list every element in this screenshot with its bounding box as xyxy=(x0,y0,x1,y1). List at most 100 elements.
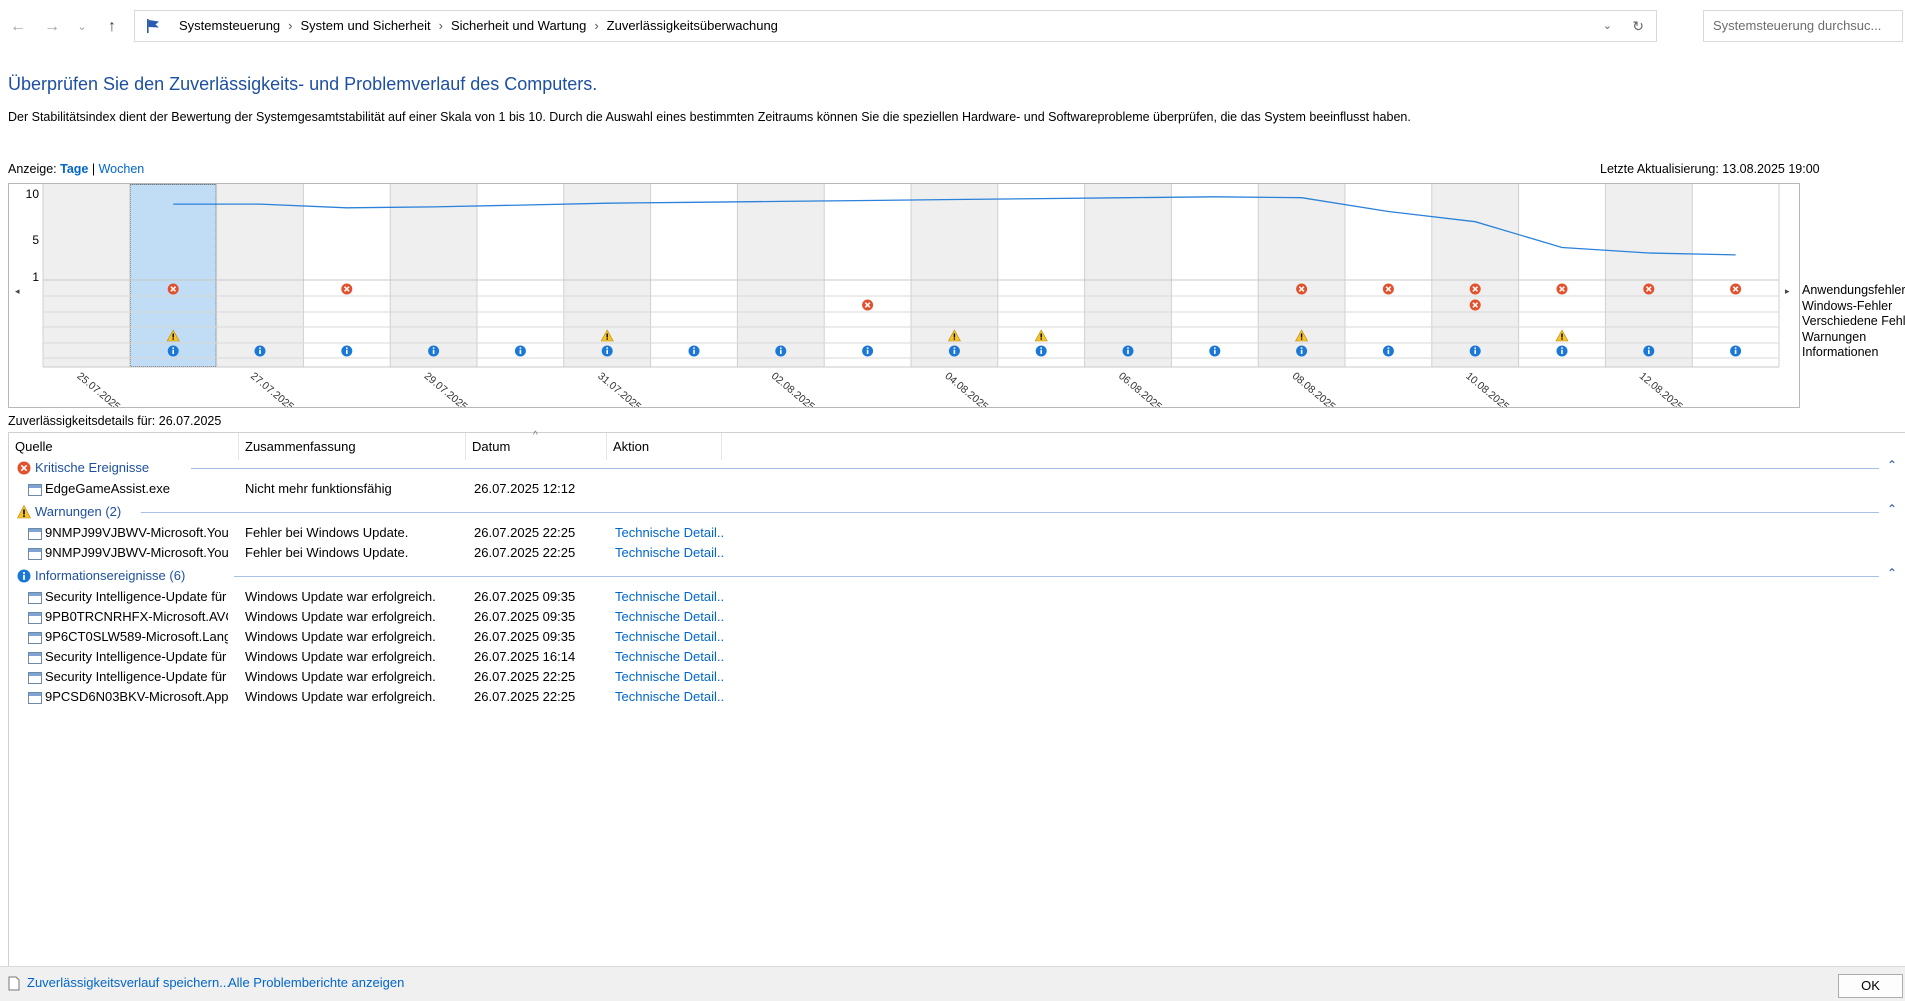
cell-action[interactable]: Technische Detail... xyxy=(615,587,725,607)
cell-action[interactable]: Technische Detail... xyxy=(615,647,725,667)
breadcrumb-sicherheit-und-wartung[interactable]: Sicherheit und Wartung xyxy=(451,18,586,33)
collapse-chevron-icon[interactable]: ⌃ xyxy=(1887,502,1897,516)
recent-locations-chevron-icon[interactable]: ⌄ xyxy=(71,16,93,38)
application-icon xyxy=(28,691,42,704)
cell-action[interactable]: Technische Detail... xyxy=(615,627,725,647)
forward-arrow-icon[interactable]: → xyxy=(41,16,63,38)
breadcrumb-zuverlaessigkeitsueberwachung[interactable]: Zuverlässigkeitsüberwachung xyxy=(607,18,778,33)
cell-source-text: Security Intelligence-Update für M... xyxy=(45,589,228,604)
day-column xyxy=(1431,184,1519,367)
list-item[interactable]: 9NMPJ99VJBWV-Microsoft.YourPh... Fehler b… xyxy=(9,543,1889,563)
search-input[interactable]: Systemsteuerung durchsuc... xyxy=(1703,10,1903,42)
application-icon xyxy=(28,631,42,644)
info-mark-dot xyxy=(1734,347,1737,349)
list-item[interactable]: Security Intelligence-Update für M... Win… xyxy=(9,587,1889,607)
info-mark-dot xyxy=(606,347,608,349)
row-label-information: Informationen xyxy=(1802,345,1879,359)
list-item[interactable]: 9PCSD6N03BKV-Microsoft.Applic... Windows … xyxy=(9,687,1889,707)
sort-ascending-icon: ^ xyxy=(533,430,538,441)
address-bar[interactable]: Systemsteuerung › System und Sicherheit › Si… xyxy=(134,10,1657,42)
group-header[interactable]: Kritische Ereignisse xyxy=(17,459,149,477)
warning-mark-dot xyxy=(172,338,174,340)
ok-button[interactable]: OK xyxy=(1838,974,1903,998)
breadcrumb-systemsteuerung[interactable]: Systemsteuerung xyxy=(179,18,280,33)
cell-summary: Fehler bei Windows Update. xyxy=(245,545,409,560)
date-axis-label: 04.08.2025 xyxy=(942,370,990,407)
scroll-left-icon[interactable]: ◂ xyxy=(15,286,20,296)
chart-row-labels: Anwendungsfehler Windows-Fehler Verschie… xyxy=(1802,283,1905,361)
cell-date: 26.07.2025 22:25 xyxy=(474,525,576,540)
group-divider xyxy=(233,576,1879,577)
day-column xyxy=(1692,184,1779,367)
warning-mark xyxy=(1300,333,1303,338)
date-axis-label: 31.07.2025 xyxy=(595,370,643,407)
list-item[interactable]: Security Intelligence-Update für M... Win… xyxy=(9,647,1889,667)
view-all-reports-link[interactable]: Alle Problemberichte anzeigen xyxy=(228,975,404,990)
cell-action[interactable]: Technische Detail... xyxy=(615,687,725,707)
bottom-bar: Zuverlässigkeitsverlauf speichern... All… xyxy=(0,966,1905,1001)
day-column xyxy=(650,184,738,367)
list-item[interactable]: Security Intelligence-Update für M... Win… xyxy=(9,667,1889,687)
info-mark xyxy=(780,349,782,354)
cell-summary: Windows Update war erfolgreich. xyxy=(245,609,436,624)
navigation-bar: ← → ⌄ ↑ Systemsteuerung › System und Siche… xyxy=(0,0,1905,52)
application-icon xyxy=(28,591,42,604)
breadcrumb-separator-icon[interactable]: › xyxy=(594,18,598,33)
view-days-link[interactable]: Tage xyxy=(60,162,88,176)
up-arrow-icon[interactable]: ↑ xyxy=(101,16,123,38)
info-mark-dot xyxy=(172,347,174,349)
application-icon xyxy=(28,671,42,684)
list-item[interactable]: 9NMPJ99VJBWV-Microsoft.YourPh... Fehler b… xyxy=(9,523,1889,543)
info-mark xyxy=(432,349,435,354)
info-mark-dot xyxy=(1561,347,1563,349)
list-item[interactable]: 9PB0TRCNRHFX-Microsoft.AVCEn... Windows U… xyxy=(9,607,1889,627)
breadcrumb-system-und-sicherheit[interactable]: System und Sicherheit xyxy=(301,18,431,33)
application-icon xyxy=(28,651,42,664)
info-mark-dot xyxy=(866,347,869,349)
group-title: Warnungen (2) xyxy=(35,504,122,519)
column-header-summary[interactable]: Zusammenfassung xyxy=(239,433,466,460)
error-icon xyxy=(17,461,31,475)
list-item[interactable]: 9P6CT0SLW589-Microsoft.Langua... Windows … xyxy=(9,627,1889,647)
cell-summary: Fehler bei Windows Update. xyxy=(245,525,409,540)
info-mark xyxy=(866,349,869,354)
collapse-chevron-icon[interactable]: ⌃ xyxy=(1887,458,1897,472)
cell-summary: Nicht mehr funktionsfähig xyxy=(245,481,392,496)
cell-action[interactable]: Technische Detail... xyxy=(615,607,725,627)
column-header-action[interactable]: Aktion xyxy=(607,433,722,460)
info-mark xyxy=(1561,349,1563,354)
info-mark xyxy=(1214,349,1216,354)
scroll-right-icon[interactable]: ▸ xyxy=(1785,286,1790,296)
cell-source: EdgeGameAssist.exe xyxy=(28,479,228,499)
cell-source-text: 9NMPJ99VJBWV-Microsoft.YourPh... xyxy=(45,545,228,560)
info-mark-dot xyxy=(780,347,782,349)
save-history-link[interactable]: Zuverlässigkeitsverlauf speichern... xyxy=(27,975,230,990)
reliability-chart[interactable]: 10 5 1 25.07.2025 27.07.2025 29.07.2025 31.07.… xyxy=(8,183,1800,413)
date-axis-label: 10.08.2025 xyxy=(1463,370,1511,407)
refresh-icon[interactable]: ↻ xyxy=(1632,11,1644,41)
date-axis-label: 25.07.2025 xyxy=(74,370,122,407)
breadcrumb-separator-icon[interactable]: › xyxy=(439,18,443,33)
application-icon xyxy=(28,547,42,560)
info-mark-dot xyxy=(1040,347,1042,349)
cell-action[interactable]: Technische Detail... xyxy=(615,667,725,687)
breadcrumb-separator-icon[interactable]: › xyxy=(288,18,292,33)
list-item[interactable]: EdgeGameAssist.exe Nicht mehr funktionsfä… xyxy=(9,479,1889,499)
cell-action[interactable]: Technische Detail... xyxy=(615,543,725,563)
view-weeks-link[interactable]: Wochen xyxy=(99,162,145,176)
address-dropdown-chevron-icon[interactable]: ⌄ xyxy=(1603,11,1612,41)
back-arrow-icon[interactable]: ← xyxy=(7,16,29,38)
view-label: Anzeige: xyxy=(8,162,57,176)
group-header[interactable]: Informationsereignisse (6) xyxy=(17,567,185,585)
column-header-source[interactable]: Quelle xyxy=(9,433,239,460)
group-header[interactable]: Warnungen (2) xyxy=(17,503,121,521)
cell-date: 26.07.2025 09:35 xyxy=(474,589,576,604)
cell-action[interactable]: Technische Detail... xyxy=(615,523,725,543)
day-column xyxy=(43,184,130,367)
day-column xyxy=(1171,184,1259,367)
day-column xyxy=(824,184,911,367)
reliability-details-list[interactable]: Quelle Zusammenfassung Datum ^ Aktion Kr… xyxy=(8,430,1905,966)
collapse-chevron-icon[interactable]: ⌃ xyxy=(1887,566,1897,580)
warning-mark-dot xyxy=(1040,338,1042,340)
reliability-chart-canvas[interactable]: 10 5 1 25.07.2025 27.07.2025 29.07.2025 31.07.… xyxy=(9,184,1799,413)
